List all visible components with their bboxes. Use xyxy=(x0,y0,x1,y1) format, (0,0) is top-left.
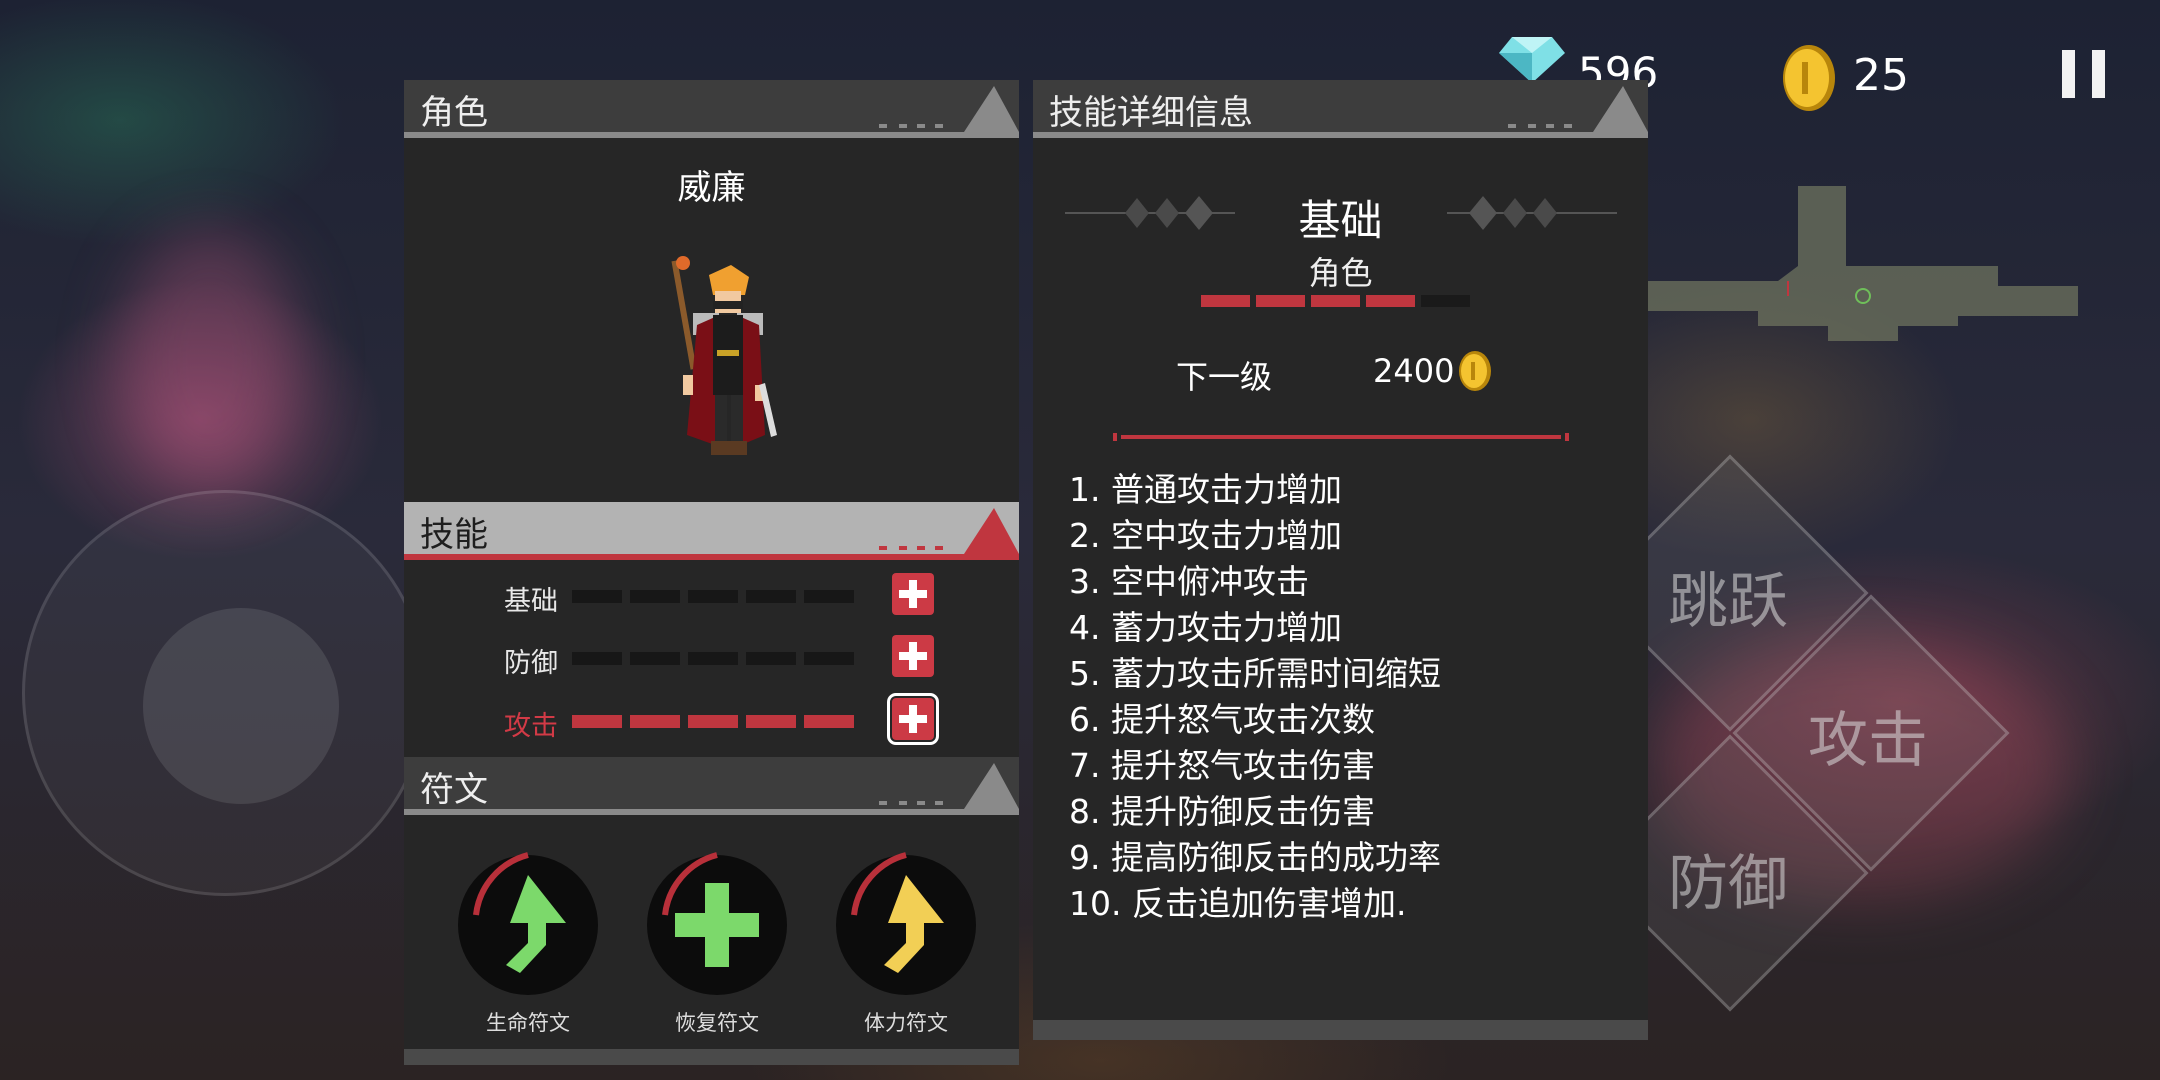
stamina-rune-button[interactable] xyxy=(826,845,976,995)
list-item: 1. 普通攻击力增加 xyxy=(1069,470,1342,509)
character-sprite xyxy=(671,256,777,455)
runes-title: 符文 xyxy=(420,770,488,810)
header-ornament xyxy=(1508,86,1648,132)
jump-label: 跳跃 xyxy=(1668,567,1788,637)
upgrade-attack-button[interactable] xyxy=(887,693,939,745)
list-item: 4. 蓄力攻击力增加 xyxy=(1069,608,1342,647)
list-item: 8. 提升防御反击伤害 xyxy=(1069,792,1375,831)
panel-footer xyxy=(404,1049,1019,1065)
skill-category-subtitle: 角色 xyxy=(1308,254,1373,292)
skill-row-attack: 攻击 xyxy=(404,693,1019,748)
section-divider xyxy=(1113,433,1569,441)
list-item: 10. 反击追加伤害增加. xyxy=(1069,884,1407,923)
list-item: 3. 空中俯冲攻击 xyxy=(1069,562,1309,601)
header-ornament xyxy=(879,763,1019,809)
skill-effects-list: 1. 普通攻击力增加 2. 空中攻击力增加 3. 空中俯冲攻击 4. 蓄力攻击力… xyxy=(1069,467,1441,927)
character-title: 角色 xyxy=(420,93,488,133)
list-item: 9. 提高防御反击的成功率 xyxy=(1069,838,1441,877)
skill-detail-panel: 技能详细信息 基础 角色 下一级 2400 1. 普通攻击力增加 2. 空中攻击… xyxy=(1033,80,1648,1040)
gold-coin-icon xyxy=(1459,351,1491,391)
skill-level-meter xyxy=(1201,295,1470,307)
attack-label: 攻击 xyxy=(1808,706,1928,776)
skill-level-bar xyxy=(572,590,854,603)
gold-coin-icon xyxy=(1783,45,1835,111)
character-header: 角色 xyxy=(404,80,1019,138)
list-item: 7. 提升怒气攻击伤害 xyxy=(1069,746,1375,785)
title-ornament-right xyxy=(1447,196,1617,230)
skill-name: 基础 xyxy=(504,586,558,617)
character-name: 威廉 xyxy=(677,168,746,208)
list-item: 5. 蓄力攻击所需时间缩短 xyxy=(1069,654,1441,693)
recovery-rune-button[interactable] xyxy=(637,845,787,995)
skill-row-defense: 防御 xyxy=(404,635,1019,685)
next-level-label: 下一级 xyxy=(1176,358,1273,396)
list-item: 2. 空中攻击力增加 xyxy=(1069,516,1342,555)
list-item: 6. 提升怒气攻击次数 xyxy=(1069,700,1375,739)
life-rune-button[interactable] xyxy=(448,845,598,995)
rune-label: 体力符文 xyxy=(864,1011,948,1035)
skill-detail-title: 技能详细信息 xyxy=(1049,93,1253,133)
skills-title: 技能 xyxy=(420,515,488,555)
runes-header: 符文 xyxy=(404,757,1019,815)
rune-label: 生命符文 xyxy=(486,1011,570,1035)
pause-icon xyxy=(2092,50,2105,98)
diamond-icon xyxy=(1499,37,1565,83)
upgrade-defense-button[interactable] xyxy=(892,635,934,677)
pause-icon xyxy=(2062,50,2075,98)
skill-name: 防御 xyxy=(504,648,558,679)
pause-button[interactable] xyxy=(2062,50,2110,98)
virtual-joystick-knob[interactable] xyxy=(143,608,339,804)
skill-name: 攻击 xyxy=(504,711,558,742)
panel-footer xyxy=(1033,1020,1648,1040)
skill-level-bar xyxy=(572,652,854,665)
header-ornament xyxy=(879,86,1019,132)
defend-label: 防御 xyxy=(1668,849,1788,919)
minimap xyxy=(1648,186,2078,341)
skill-level-bar xyxy=(572,715,854,728)
skills-header: 技能 xyxy=(404,502,1019,560)
skill-row-basic: 基础 xyxy=(404,573,1019,623)
character-panel: 角色 威廉 技能 基础 防御 攻击 符文 生命符文 恢复符文 体力符文 xyxy=(404,80,1019,1065)
next-level-cost: 2400 xyxy=(1373,352,1455,390)
background-blur xyxy=(120,230,300,490)
coin-count: 25 xyxy=(1853,50,1909,101)
skill-detail-header: 技能详细信息 xyxy=(1033,80,1648,138)
upgrade-basic-button[interactable] xyxy=(892,573,934,615)
rune-label: 恢复符文 xyxy=(675,1011,759,1035)
header-ornament xyxy=(879,508,1019,554)
